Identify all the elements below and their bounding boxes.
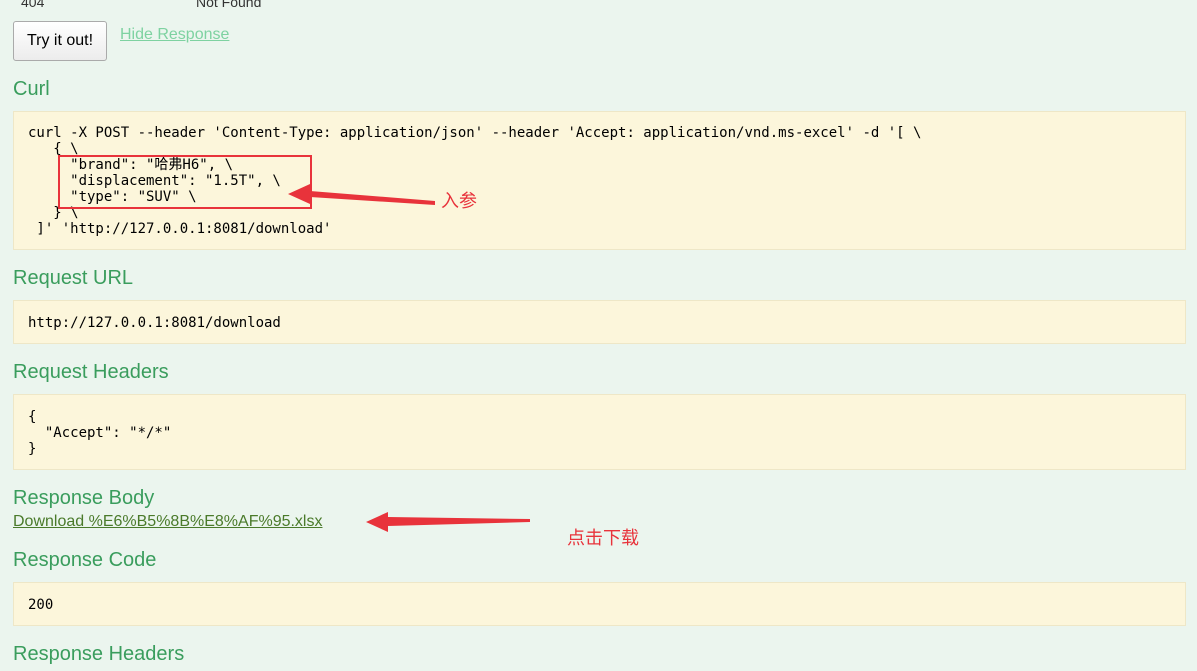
download-arrow-icon <box>366 512 530 532</box>
params-annotation-label: 入参 <box>441 191 477 212</box>
response-code-block[interactable]: 200 <box>13 582 1186 626</box>
response-headers-heading: Response Headers <box>13 643 185 665</box>
try-it-out-button[interactable]: Try it out! <box>13 21 107 61</box>
curl-heading: Curl <box>13 78 50 100</box>
swagger-response-panel: 404 Not Found Try it out! Hide Response … <box>0 0 1197 671</box>
request-url-value: http://127.0.0.1:8081/download <box>28 315 281 331</box>
hide-response-link[interactable]: Hide Response <box>120 26 229 44</box>
response-code-heading: Response Code <box>13 549 157 571</box>
status-reason: Not Found <box>196 0 262 10</box>
download-file-link[interactable]: Download %E6%B5%8B%E8%AF%95.xlsx <box>13 513 322 531</box>
response-body-heading: Response Body <box>13 487 155 509</box>
request-url-heading: Request URL <box>13 267 134 289</box>
params-highlight-box <box>58 155 312 209</box>
request-headers-block[interactable]: { "Accept": "*/*" } <box>13 394 1186 470</box>
download-annotation-label: 点击下载 <box>567 528 639 549</box>
request-url-block[interactable]: http://127.0.0.1:8081/download <box>13 300 1186 344</box>
request-headers-heading: Request Headers <box>13 361 169 383</box>
status-code-404: 404 <box>21 0 45 10</box>
response-code-value: 200 <box>28 597 54 613</box>
request-headers-value: { "Accept": "*/*" } <box>28 409 172 457</box>
